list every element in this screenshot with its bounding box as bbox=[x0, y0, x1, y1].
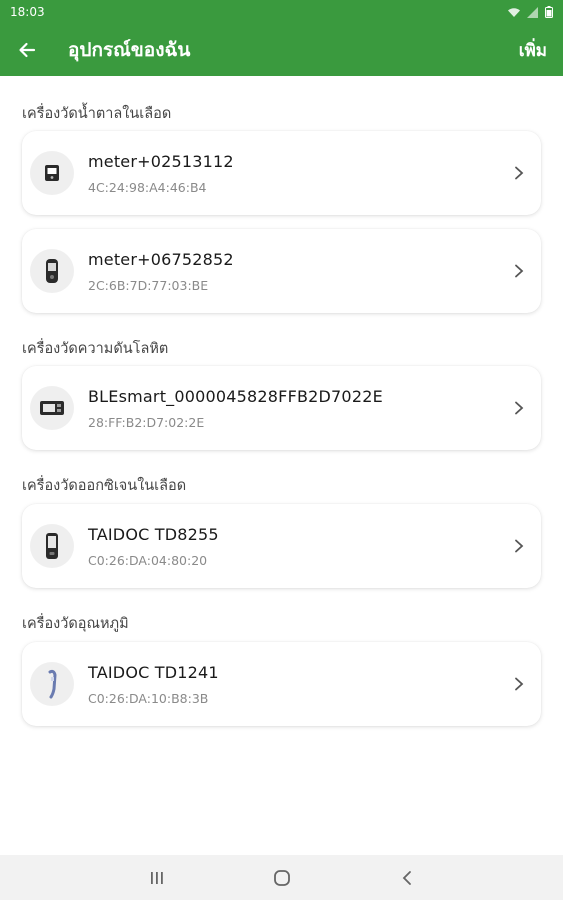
status-icons bbox=[507, 6, 553, 18]
chevron-right-icon bbox=[507, 677, 531, 691]
device-card[interactable]: meter+06752852 2C:6B:7D:77:03:BE bbox=[22, 229, 541, 313]
chevron-right-icon bbox=[507, 264, 531, 278]
device-card[interactable]: meter+02513112 4C:24:98:A4:46:B4 bbox=[22, 131, 541, 215]
device-card[interactable]: TAIDOC TD8255 C0:26:DA:04:80:20 bbox=[22, 504, 541, 588]
signal-icon bbox=[527, 6, 538, 18]
section-title-blood-pressure: เครื่องวัดความดันโลหิต bbox=[22, 341, 169, 357]
device-name: BLEsmart_0000045828FFB2D7022E bbox=[88, 386, 383, 406]
section-title-oxygen: เครื่องวัดออกซิเจนในเลือด bbox=[22, 478, 187, 494]
wifi-icon bbox=[508, 7, 520, 17]
blood-pressure-monitor-icon bbox=[30, 386, 74, 430]
section-title-glucose: เครื่องวัดน้ำตาลในเลือด bbox=[22, 106, 172, 122]
device-mac-address: 4C:24:98:A4:46:B4 bbox=[88, 179, 207, 195]
thermometer-icon bbox=[30, 662, 74, 706]
page-title: อุปกรณ์ของฉัน bbox=[68, 39, 191, 61]
device-name: meter+06752852 bbox=[88, 249, 234, 269]
status-time: 18:03 bbox=[10, 5, 45, 19]
device-mac-address: C0:26:DA:04:80:20 bbox=[88, 552, 208, 568]
device-card[interactable]: TAIDOC TD1241 C0:26:DA:10:B8:3B bbox=[22, 642, 541, 726]
device-mac-address: C0:26:DA:10:B8:3B bbox=[88, 690, 209, 706]
add-device-button[interactable]: เพิ่ม bbox=[519, 37, 549, 64]
section-title-temperature: เครื่องวัดอุณหภูมิ bbox=[22, 616, 129, 632]
device-card[interactable]: BLEsmart_0000045828FFB2D7022E 28:FF:B2:D… bbox=[22, 366, 541, 450]
status-bar: 18:03 bbox=[0, 0, 563, 24]
chevron-right-icon bbox=[507, 401, 531, 415]
glucose-meter-icon bbox=[30, 151, 74, 195]
home-button[interactable] bbox=[267, 863, 297, 893]
pulse-oximeter-icon bbox=[30, 524, 74, 568]
app-bar: อุปกรณ์ของฉัน เพิ่ม bbox=[0, 24, 563, 76]
device-list: เครื่องวัดน้ำตาลในเลือด meter+02513112 4… bbox=[0, 76, 563, 855]
recent-apps-button[interactable] bbox=[142, 863, 172, 893]
back-chevron-icon bbox=[402, 870, 411, 885]
system-navigation-bar bbox=[0, 855, 563, 900]
back-button[interactable] bbox=[14, 37, 40, 63]
device-name: TAIDOC TD1241 bbox=[88, 662, 219, 682]
battery-icon bbox=[545, 6, 553, 18]
device-name: meter+02513112 bbox=[88, 151, 234, 171]
recent-apps-icon bbox=[150, 871, 163, 884]
system-back-button[interactable] bbox=[392, 863, 422, 893]
chevron-right-icon bbox=[507, 166, 531, 180]
device-mac-address: 28:FF:B2:D7:02:2E bbox=[88, 414, 205, 430]
home-circle-icon bbox=[273, 869, 290, 886]
device-mac-address: 2C:6B:7D:77:03:BE bbox=[88, 277, 209, 293]
back-arrow-icon bbox=[19, 42, 36, 58]
glucose-meter-icon bbox=[30, 249, 74, 293]
device-name: TAIDOC TD8255 bbox=[88, 524, 219, 544]
chevron-right-icon bbox=[507, 539, 531, 553]
